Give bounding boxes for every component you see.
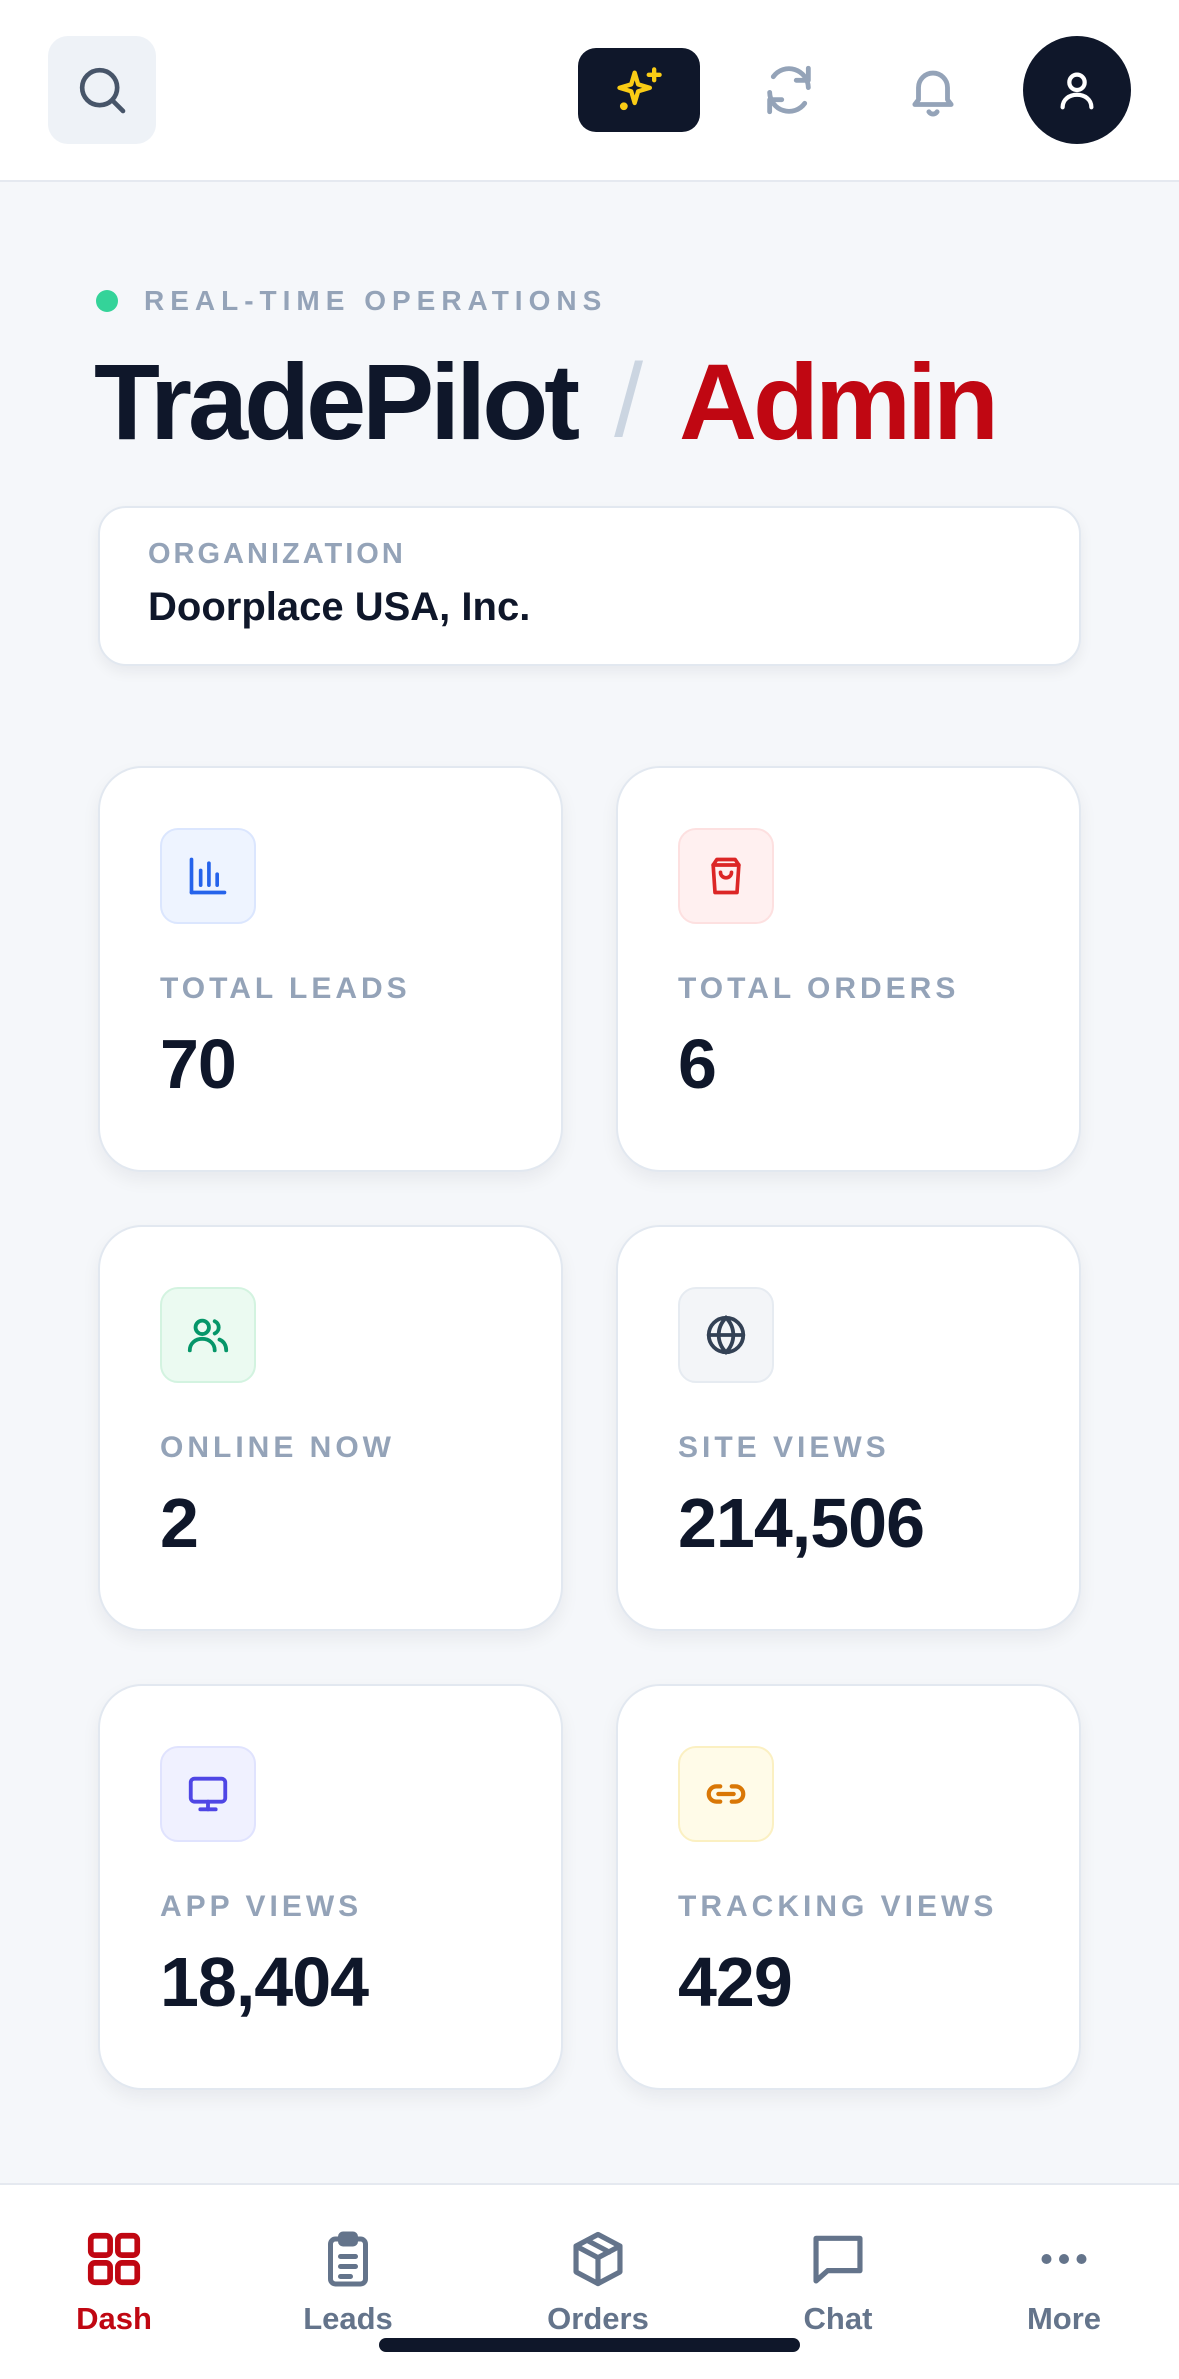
- sparkles-icon: [617, 67, 662, 111]
- stat-value: 70: [160, 1025, 237, 1103]
- shopping-bag-icon: [711, 857, 741, 895]
- bell-icon: [912, 70, 954, 117]
- stat-value: 429: [678, 1943, 793, 2021]
- stat-label: TRACKING VIEWS: [678, 1890, 998, 1923]
- nav-item-more[interactable]: More: [974, 2223, 1154, 2353]
- app-name: TradePilot: [94, 340, 580, 462]
- organization-label: ORGANIZATION: [148, 538, 406, 570]
- nav-item-chat[interactable]: Chat: [748, 2223, 928, 2353]
- nav-item-dash[interactable]: Dash: [24, 2223, 204, 2353]
- stat-label: TOTAL ORDERS: [678, 972, 960, 1005]
- stat-label: TOTAL LEADS: [160, 972, 411, 1005]
- bar-chart-icon: [189, 857, 227, 895]
- refresh-icon: [767, 65, 811, 115]
- stat-card-app-views[interactable]: APP VIEWS 18,404: [98, 1684, 563, 2090]
- live-status-row: REAL-TIME OPERATIONS: [96, 285, 608, 316]
- monitor-icon: [188, 1776, 228, 1812]
- live-status-label: REAL-TIME OPERATIONS: [144, 285, 608, 316]
- stat-card-tracking-views[interactable]: TRACKING VIEWS 429: [616, 1684, 1081, 2090]
- top-bar: [0, 0, 1179, 182]
- stat-card-total-orders[interactable]: TOTAL ORDERS 6: [616, 766, 1081, 1172]
- notifications-button[interactable]: [891, 48, 975, 132]
- nav-item-orders[interactable]: Orders: [508, 2223, 688, 2353]
- stat-value: 2: [160, 1484, 199, 1562]
- stat-label: APP VIEWS: [160, 1890, 363, 1923]
- home-indicator: [379, 2338, 800, 2352]
- stat-icon-chip: [160, 1287, 256, 1383]
- nav-label: More: [1026, 2301, 1102, 2336]
- stat-label: ONLINE NOW: [160, 1431, 395, 1464]
- stat-value: 6: [678, 1025, 717, 1103]
- role-name: Admin: [679, 340, 999, 462]
- stat-card-total-leads[interactable]: TOTAL LEADS 70: [98, 766, 563, 1172]
- ai-assistant-button[interactable]: [578, 48, 700, 132]
- clipboard-icon: [328, 2231, 368, 2287]
- search-icon: [79, 67, 126, 114]
- stat-value: 214,506: [678, 1484, 925, 1562]
- stat-icon-chip: [678, 828, 774, 924]
- user-icon: [1060, 72, 1094, 110]
- live-indicator-dot: [96, 290, 118, 312]
- search-button[interactable]: [48, 36, 156, 144]
- chat-icon: [813, 2235, 863, 2284]
- profile-avatar-button[interactable]: [1023, 36, 1131, 144]
- nav-item-leads[interactable]: Leads: [258, 2223, 438, 2353]
- link-icon: [706, 1784, 746, 1804]
- refresh-button[interactable]: [747, 48, 831, 132]
- stat-value: 18,404: [160, 1943, 369, 2021]
- nav-label: Orders: [547, 2301, 649, 2336]
- more-icon: [1041, 2254, 1087, 2264]
- stat-icon-chip: [678, 1287, 774, 1383]
- stat-icon-chip: [160, 1746, 256, 1842]
- stat-card-online-now[interactable]: ONLINE NOW 2: [98, 1225, 563, 1631]
- globe-icon: [706, 1315, 746, 1355]
- page-title: TradePilot / Admin: [94, 336, 999, 466]
- stat-card-site-views[interactable]: SITE VIEWS 214,506: [616, 1225, 1081, 1631]
- nav-label: Dash: [76, 2301, 152, 2336]
- nav-label: Chat: [803, 2301, 873, 2336]
- stat-label: SITE VIEWS: [678, 1431, 890, 1464]
- organization-card[interactable]: ORGANIZATION Doorplace USA, Inc.: [98, 506, 1081, 666]
- stat-icon-chip: [160, 828, 256, 924]
- users-icon: [187, 1318, 229, 1353]
- nav-label: Leads: [303, 2301, 393, 2336]
- package-icon: [573, 2231, 623, 2287]
- grid-icon: [87, 2232, 141, 2286]
- stat-icon-chip: [678, 1746, 774, 1842]
- organization-name: Doorplace USA, Inc.: [148, 585, 531, 629]
- title-separator: /: [614, 342, 644, 459]
